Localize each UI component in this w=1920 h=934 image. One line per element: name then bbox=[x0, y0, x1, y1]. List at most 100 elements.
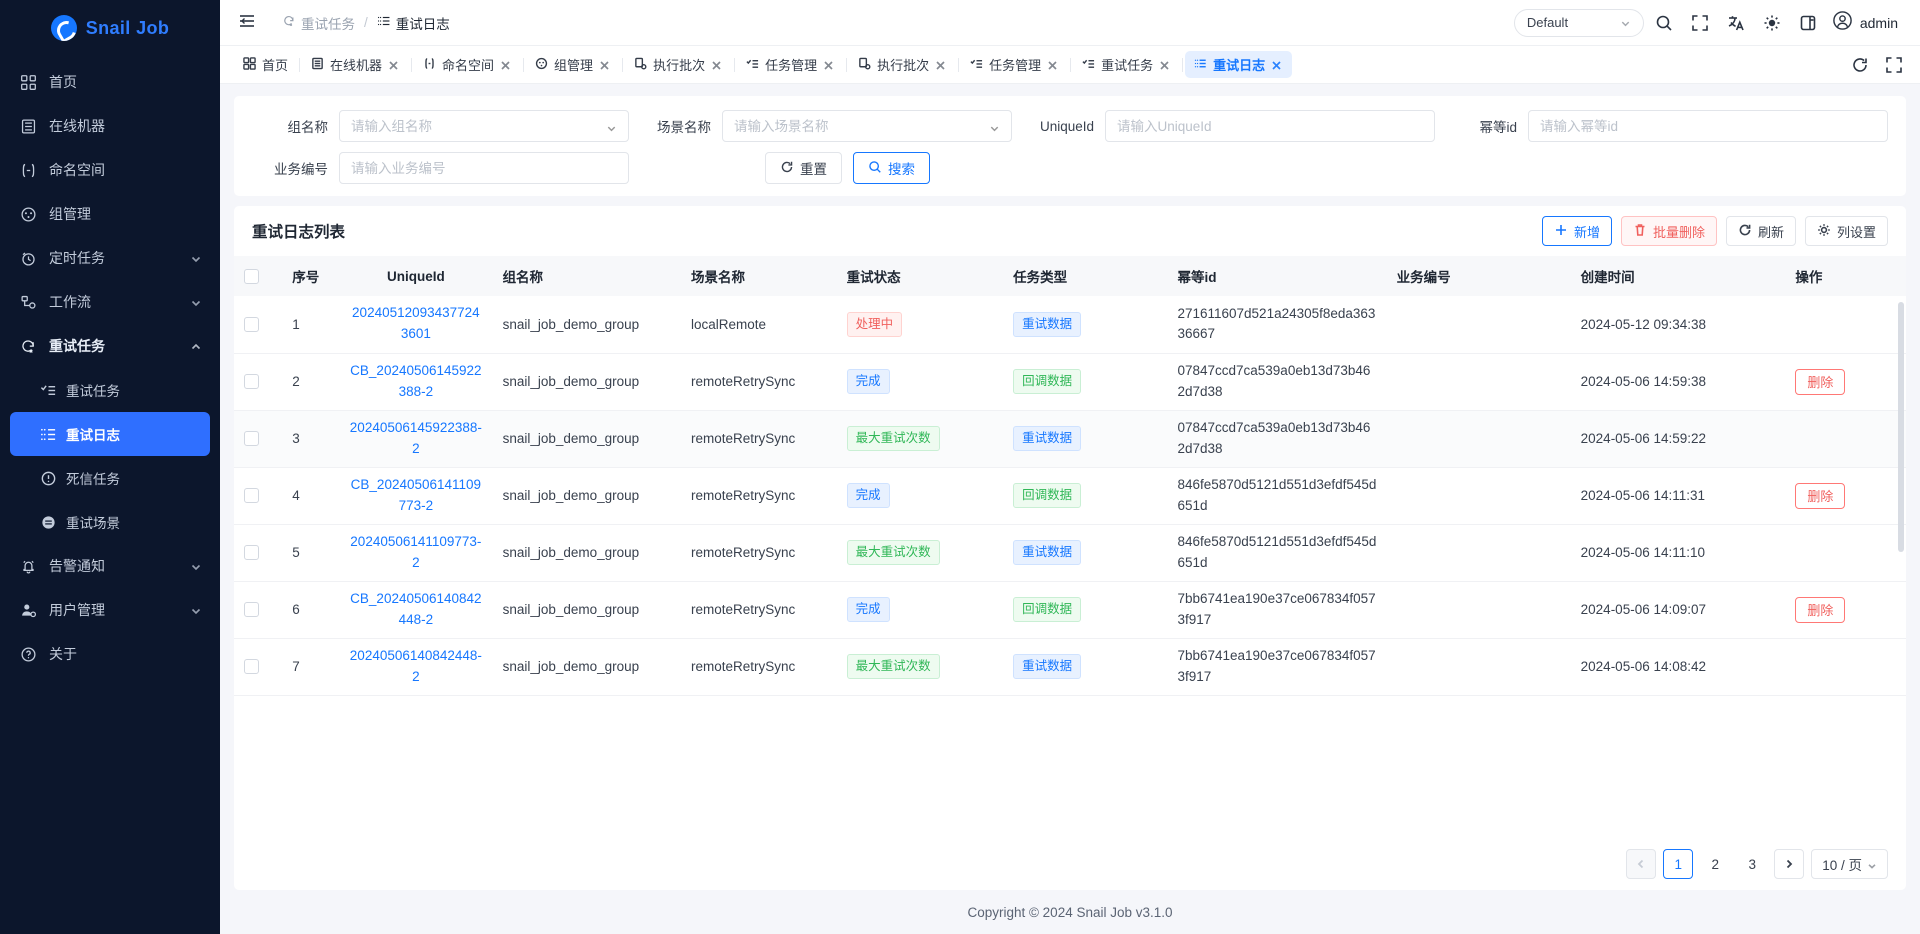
group-name-input[interactable] bbox=[351, 119, 600, 134]
next-page-button[interactable] bbox=[1774, 849, 1804, 879]
search-button[interactable]: 搜索 bbox=[853, 152, 930, 184]
reset-button[interactable]: 重置 bbox=[765, 152, 842, 184]
sidebar-item-retry-scenes[interactable]: 重试场景 bbox=[0, 500, 220, 544]
fullscreen-icon[interactable] bbox=[1878, 49, 1910, 81]
sidebar-item-about[interactable]: 关于 bbox=[0, 632, 220, 676]
delete-button[interactable]: 删除 bbox=[1795, 597, 1845, 623]
close-icon[interactable] bbox=[1047, 59, 1059, 71]
idempotent-id-input[interactable] bbox=[1540, 119, 1876, 134]
layout-icon[interactable] bbox=[1792, 7, 1824, 39]
sidebar-item-user-management[interactable]: 用户管理 bbox=[0, 588, 220, 632]
table-row[interactable]: 320240506145922388-2snail_job_demo_group… bbox=[234, 410, 1906, 467]
idempotent-id-input-wrap[interactable] bbox=[1528, 110, 1888, 142]
unique-id-link[interactable]: 202405120934377243601 bbox=[349, 303, 482, 345]
batch-delete-button[interactable]: 批量删除 bbox=[1621, 216, 1717, 246]
close-icon[interactable] bbox=[388, 59, 400, 71]
refresh-icon[interactable] bbox=[1844, 49, 1876, 81]
close-icon[interactable] bbox=[823, 59, 835, 71]
tab-online-machines[interactable]: 在线机器 bbox=[302, 51, 409, 78]
sun-icon[interactable] bbox=[1756, 7, 1788, 39]
unique-id-link[interactable]: 20240506145922388-2 bbox=[349, 418, 482, 460]
theme-select[interactable]: Default bbox=[1514, 9, 1644, 37]
sidebar-item-scheduled-tasks[interactable]: 定时任务 bbox=[0, 236, 220, 280]
sidebar-item-retry-tasks[interactable]: 重试任务 bbox=[0, 368, 220, 412]
row-checkbox[interactable] bbox=[244, 602, 259, 617]
unique-id-input[interactable] bbox=[1117, 119, 1423, 134]
table-row[interactable]: 1202405120934377243601snail_job_demo_gro… bbox=[234, 296, 1906, 353]
translate-icon[interactable] bbox=[1720, 7, 1752, 39]
unique-id-input-wrap[interactable] bbox=[1105, 110, 1435, 142]
unique-id-link[interactable]: CB_20240506145922388-2 bbox=[349, 361, 482, 403]
sidebar-item-retry-logs[interactable]: 重试日志 bbox=[10, 412, 210, 456]
sidebar-item-workflow[interactable]: 工作流 bbox=[0, 280, 220, 324]
tab-home[interactable]: 首页 bbox=[234, 51, 297, 78]
close-icon[interactable] bbox=[711, 59, 723, 71]
sidebar-item-namespace[interactable]: 命名空间 bbox=[0, 148, 220, 192]
refresh-button[interactable]: 刷新 bbox=[1726, 216, 1796, 246]
idempotent-id-value: 271611607d521a24305f8eda36336667 bbox=[1177, 304, 1376, 345]
table-row[interactable]: 2CB_20240506145922388-2snail_job_demo_gr… bbox=[234, 353, 1906, 410]
table-row[interactable]: 6CB_20240506140842448-2snail_job_demo_gr… bbox=[234, 581, 1906, 638]
close-icon[interactable] bbox=[1271, 59, 1283, 71]
scene-name-input[interactable] bbox=[734, 119, 983, 134]
page-size-select[interactable]: 10 / 页 bbox=[1811, 849, 1888, 879]
unique-id-link[interactable]: 20240506141109773-2 bbox=[349, 532, 482, 574]
tab-bar: 首页 在线机器 命名空间 组管理 bbox=[220, 46, 1920, 84]
sidebar-item-retry-tasks-group[interactable]: 重试任务 bbox=[0, 324, 220, 368]
tab-task-management-2[interactable]: 任务管理 bbox=[961, 51, 1068, 78]
sidebar-item-dead-letter-tasks[interactable]: 死信任务 bbox=[0, 456, 220, 500]
breadcrumb-item-retry-logs[interactable]: 重试日志 bbox=[377, 13, 450, 33]
add-button[interactable]: 新增 bbox=[1542, 216, 1612, 246]
tab-execute-batch-2[interactable]: 执行批次 bbox=[849, 51, 956, 78]
table-row[interactable]: 720240506140842448-2snail_job_demo_group… bbox=[234, 638, 1906, 695]
breadcrumb-item-retry-tasks[interactable]: 重试任务 bbox=[282, 13, 355, 33]
brand-logo[interactable]: Snail Job bbox=[0, 0, 220, 56]
sidebar-item-online-machines[interactable]: 在线机器 bbox=[0, 104, 220, 148]
row-checkbox[interactable] bbox=[244, 545, 259, 560]
delete-button[interactable]: 删除 bbox=[1795, 483, 1845, 509]
tab-retry-tasks[interactable]: 重试任务 bbox=[1073, 51, 1180, 78]
sidebar-item-home[interactable]: 首页 bbox=[0, 60, 220, 104]
sidebar-item-group-management[interactable]: 组管理 bbox=[0, 192, 220, 236]
row-biz-no bbox=[1387, 296, 1571, 353]
retry-icon bbox=[282, 14, 296, 31]
tab-namespace[interactable]: 命名空间 bbox=[414, 51, 521, 78]
tab-retry-logs[interactable]: 重试日志 bbox=[1185, 51, 1292, 78]
prev-page-button[interactable] bbox=[1626, 849, 1656, 879]
close-icon[interactable] bbox=[935, 59, 947, 71]
close-icon[interactable] bbox=[500, 59, 512, 71]
page-button-1[interactable]: 1 bbox=[1663, 849, 1693, 879]
sidebar-item-alarm-notification[interactable]: 告警通知 bbox=[0, 544, 220, 588]
fullscreen-icon[interactable] bbox=[1684, 7, 1716, 39]
user-menu[interactable]: admin bbox=[1832, 10, 1902, 36]
select-all-checkbox[interactable] bbox=[244, 269, 259, 284]
table-scrollbar[interactable] bbox=[1898, 302, 1904, 552]
column-settings-button[interactable]: 列设置 bbox=[1805, 216, 1888, 246]
tab-group-management[interactable]: 组管理 bbox=[526, 51, 620, 78]
biz-no-input[interactable] bbox=[351, 161, 617, 176]
close-icon[interactable] bbox=[599, 59, 611, 71]
row-checkbox[interactable] bbox=[244, 431, 259, 446]
row-checkbox[interactable] bbox=[244, 317, 259, 332]
tab-task-management-1[interactable]: 任务管理 bbox=[737, 51, 844, 78]
row-checkbox[interactable] bbox=[244, 488, 259, 503]
workflow-icon bbox=[18, 292, 38, 312]
scene-name-input-wrap[interactable] bbox=[722, 110, 1012, 142]
group-name-input-wrap[interactable] bbox=[339, 110, 629, 142]
close-icon[interactable] bbox=[1159, 59, 1171, 71]
row-biz-no bbox=[1387, 467, 1571, 524]
sidebar-collapse-icon[interactable] bbox=[238, 12, 260, 34]
row-checkbox[interactable] bbox=[244, 659, 259, 674]
unique-id-link[interactable]: CB_20240506140842448-2 bbox=[349, 589, 482, 631]
page-button-2[interactable]: 2 bbox=[1700, 849, 1730, 879]
table-row[interactable]: 520240506141109773-2snail_job_demo_group… bbox=[234, 524, 1906, 581]
tab-execute-batch-1[interactable]: 执行批次 bbox=[625, 51, 732, 78]
row-checkbox[interactable] bbox=[244, 374, 259, 389]
delete-button[interactable]: 删除 bbox=[1795, 369, 1845, 395]
page-button-3[interactable]: 3 bbox=[1737, 849, 1767, 879]
unique-id-link[interactable]: 20240506140842448-2 bbox=[349, 646, 482, 688]
biz-no-input-wrap[interactable] bbox=[339, 152, 629, 184]
unique-id-link[interactable]: CB_20240506141109773-2 bbox=[349, 475, 482, 517]
table-row[interactable]: 4CB_20240506141109773-2snail_job_demo_gr… bbox=[234, 467, 1906, 524]
search-icon[interactable] bbox=[1648, 7, 1680, 39]
